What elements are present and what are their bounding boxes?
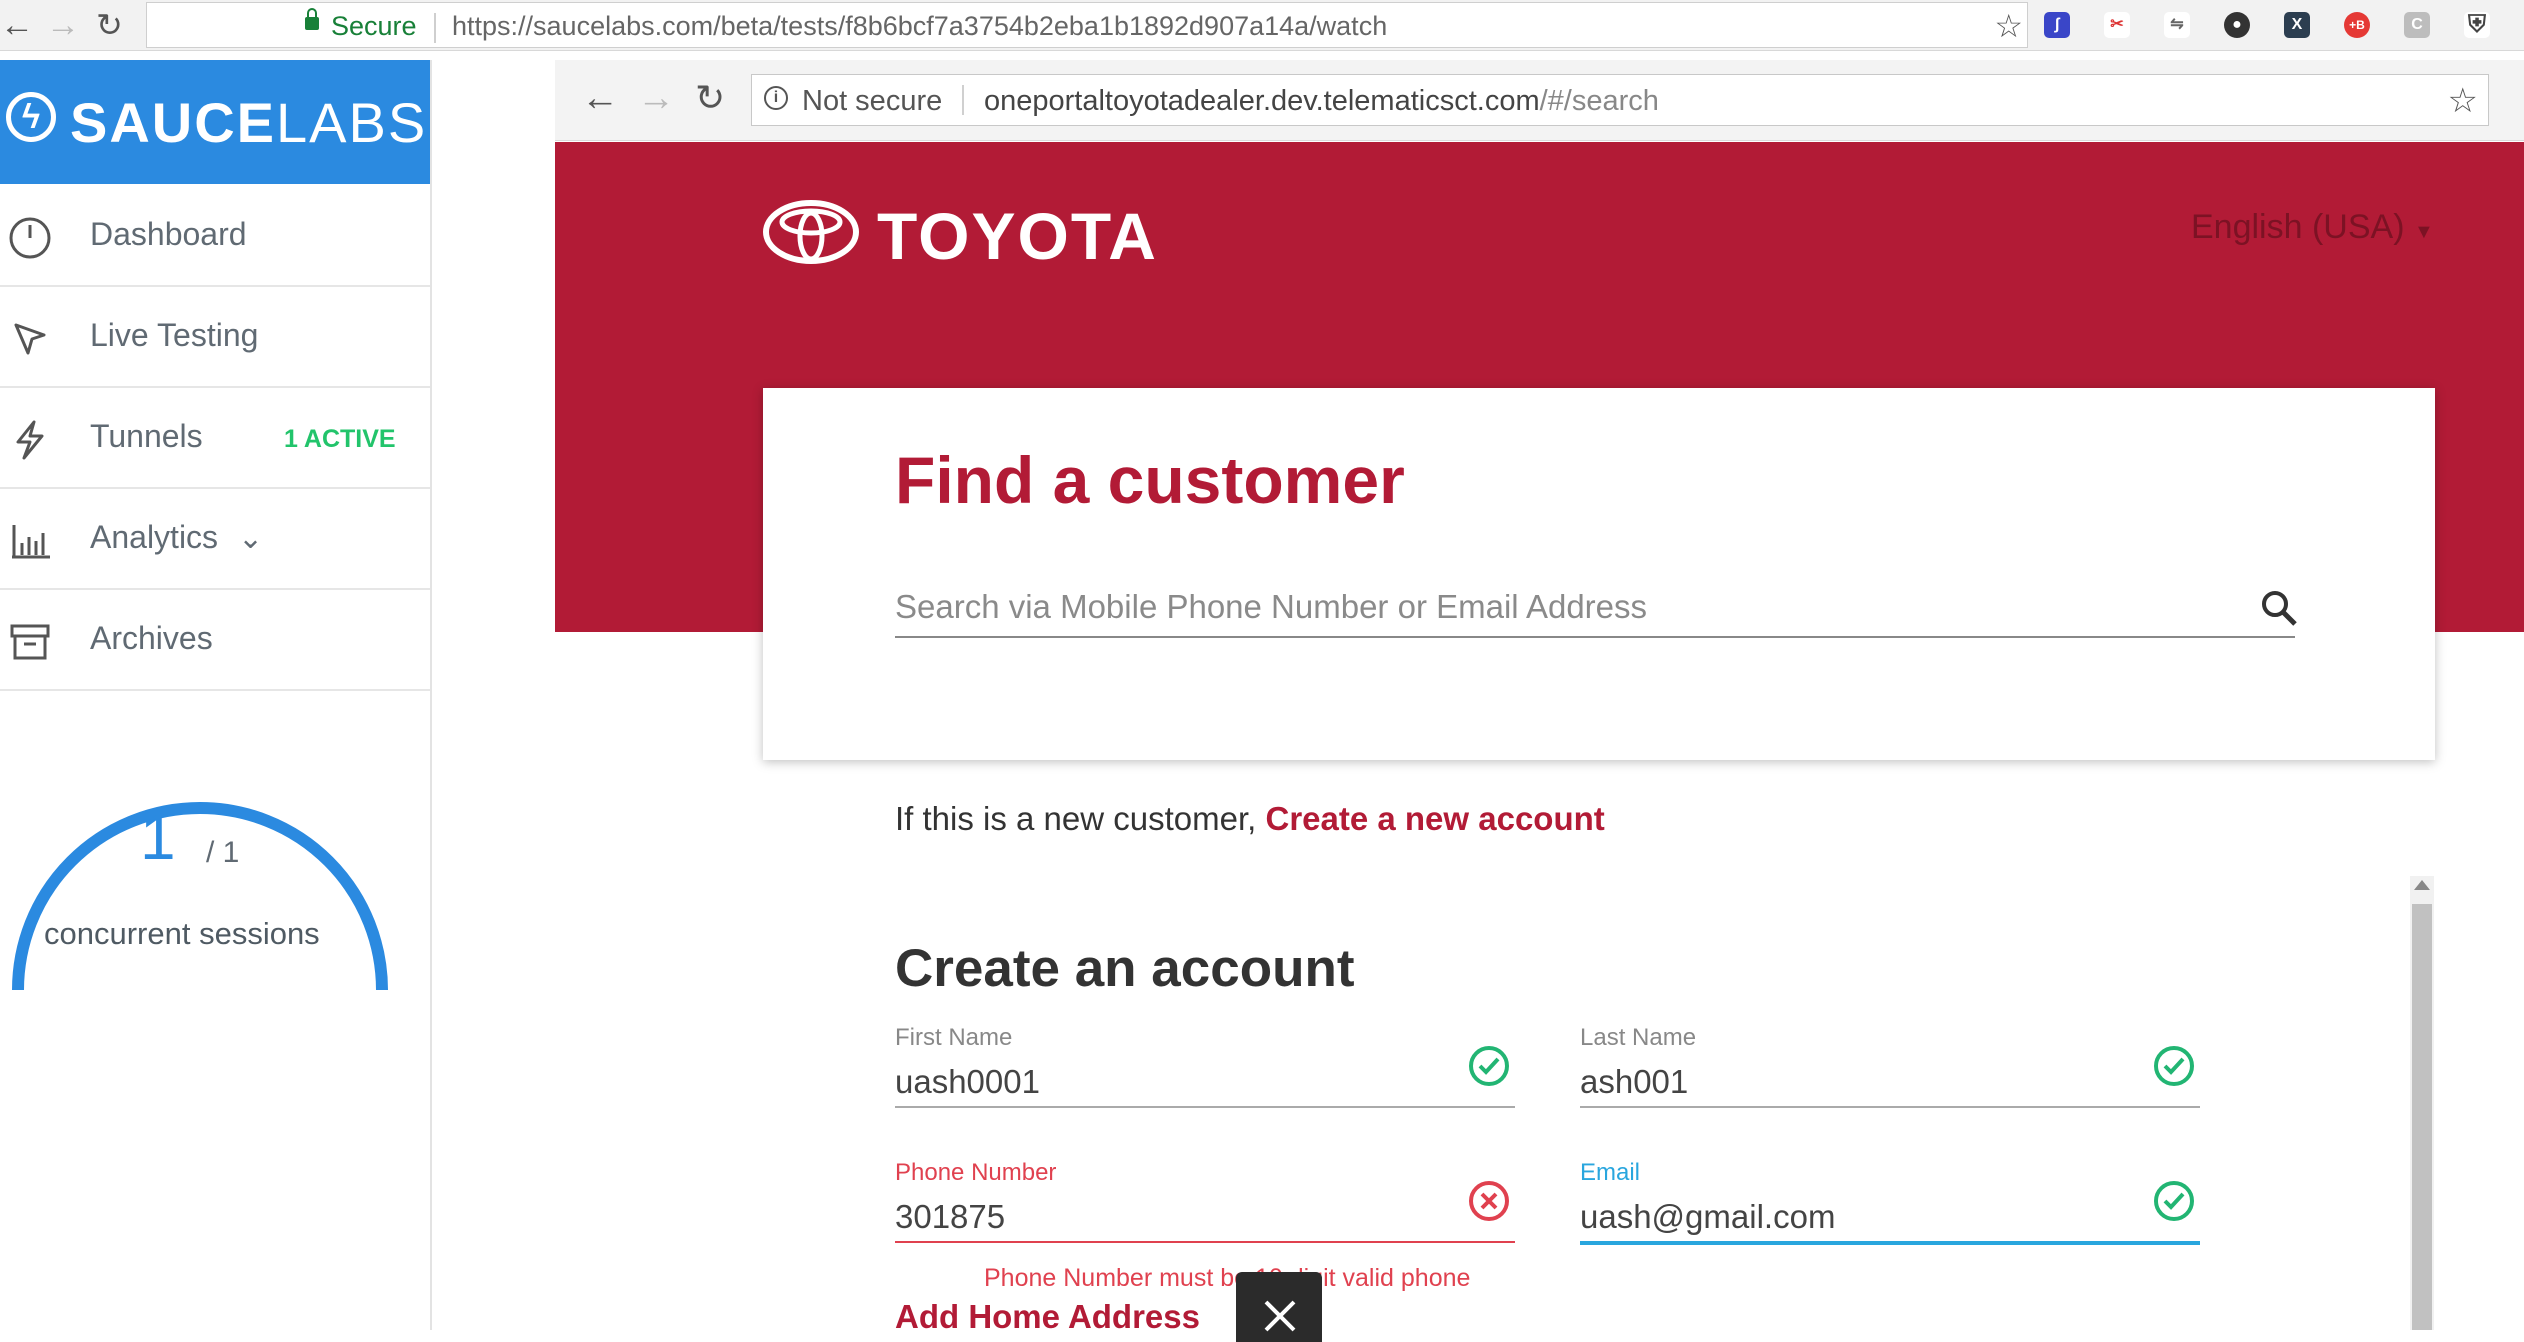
scrollbar-thumb[interactable] <box>2412 904 2432 1330</box>
forward-arrow-icon[interactable]: → <box>637 78 675 118</box>
reload-icon[interactable]: ↻ <box>96 6 123 44</box>
forward-arrow-icon[interactable]: → <box>46 6 80 44</box>
sidebar-item-label: Analytics <box>90 519 219 555</box>
bookmark-star-icon[interactable]: ☆ <box>1994 7 2023 45</box>
first-name-input[interactable] <box>895 1058 1515 1108</box>
url-host: oneportaltoyotadealer.dev.telematicsct.c… <box>984 85 1540 117</box>
sidebar-item-label: Archives <box>90 620 213 656</box>
last-name-label: Last Name <box>1580 1024 1697 1051</box>
customer-search-input[interactable] <box>895 578 2295 638</box>
concurrency-total: / 1 <box>206 836 240 869</box>
extension-usb-icon[interactable]: ⇋ <box>2164 12 2190 38</box>
concurrency-label: concurrent sessions <box>44 916 320 951</box>
sidebar-item-label: Tunnels <box>90 418 203 454</box>
create-account-link[interactable]: Create a new account <box>1265 800 1604 837</box>
scroll-up-arrow-icon[interactable] <box>2414 880 2430 890</box>
not-secure-label: Not secure <box>802 85 943 117</box>
saucelabs-brand[interactable]: ϟ SAUCELABS <box>0 60 430 184</box>
phone-number-input[interactable] <box>895 1193 1515 1243</box>
sidebar-item-live-testing[interactable]: Live Testing <box>0 287 430 388</box>
first-name-label: First Name <box>895 1024 1013 1051</box>
toyota-emblem-icon <box>763 200 859 264</box>
new-customer-prompt: If this is a new customer, Create a new … <box>895 800 1605 838</box>
sidebar-item-analytics[interactable]: Analytics ⌄ <box>0 489 430 590</box>
language-label: English (USA) <box>2191 208 2405 246</box>
new-customer-text: If this is a new customer, <box>895 800 1257 837</box>
email-input[interactable] <box>1580 1193 2200 1245</box>
close-icon <box>1264 1300 1296 1332</box>
sidebar-item-label: Live Testing <box>90 317 259 353</box>
extension-shield-icon[interactable]: ⛨ <box>2464 12 2490 38</box>
extension-blue-icon[interactable]: ʃ <box>2044 12 2070 38</box>
back-arrow-icon[interactable]: ← <box>581 78 619 118</box>
sidebar-item-archives[interactable]: Archives <box>0 590 430 691</box>
create-account-title: Create an account <box>895 939 1355 998</box>
language-selector[interactable]: English (USA) ▼ <box>2191 208 2434 247</box>
outer-address-bar[interactable]: Secure https://saucelabs.com/beta/tests/… <box>146 2 2028 48</box>
last-name-field: Last Name <box>1580 1024 2200 1124</box>
bookmark-star-icon[interactable]: ☆ <box>2448 81 2478 121</box>
url-path: /#/search <box>1539 85 1659 117</box>
address-divider <box>962 85 964 115</box>
valid-check-icon <box>1469 1046 1509 1086</box>
cursor-icon <box>14 323 46 355</box>
extension-red-badge-icon[interactable]: +B <box>2344 12 2370 38</box>
reload-icon[interactable]: ↻ <box>695 78 725 118</box>
valid-check-icon <box>2154 1046 2194 1086</box>
email-label: Email <box>1580 1159 1641 1186</box>
error-x-icon <box>1469 1181 1509 1221</box>
secure-label: Secure <box>331 11 417 41</box>
chevron-down-icon[interactable]: ⌄ <box>238 521 263 556</box>
tunnels-active-badge: 1 ACTIVE <box>284 425 396 453</box>
add-home-address-link[interactable]: Add Home Address <box>895 1298 1200 1336</box>
lightning-icon <box>16 420 44 460</box>
address-divider <box>434 13 436 43</box>
extension-red-icon[interactable]: ✂ <box>2104 12 2130 38</box>
brand-labs-text: LABS <box>276 91 428 154</box>
phone-number-field: Phone Number <box>895 1159 1515 1259</box>
archive-box-icon <box>10 624 50 660</box>
sidebar-item-label: Dashboard <box>90 216 247 252</box>
dashboard-gauge-icon <box>9 217 51 259</box>
caret-down-icon: ▼ <box>2413 221 2434 243</box>
inner-address-bar[interactable]: i Not secure oneportaltoyotadealer.dev.t… <box>751 74 2489 126</box>
concurrency-current: 1 <box>140 801 176 873</box>
sidebar-item-tunnels[interactable]: Tunnels 1 ACTIVE <box>0 388 430 489</box>
search-icon[interactable] <box>2259 588 2299 628</box>
saucelabs-sidebar: ϟ SAUCELABS Dashboard Live Testing Tunne… <box>0 60 432 1330</box>
inner-url-text[interactable]: oneportaltoyotadealer.dev.telematicsct.c… <box>984 85 1659 118</box>
brand-sauce-text: SAUCE <box>70 91 277 154</box>
outer-url-text[interactable]: https://saucelabs.com/beta/tests/f8b6bcf… <box>452 11 1387 42</box>
saucelabs-logo-icon: ϟ <box>6 92 56 142</box>
email-field: Email <box>1580 1159 2200 1259</box>
outer-browser-toolbar: ← → ↻ Secure https://saucelabs.com/beta/… <box>0 0 2524 51</box>
extension-x-icon[interactable]: X <box>2284 12 2310 38</box>
inner-browser-toolbar: ← → ↻ i Not secure oneportaltoyotadealer… <box>555 60 2524 141</box>
back-arrow-icon[interactable]: ← <box>0 6 34 44</box>
find-customer-card: Find a customer <box>763 388 2435 760</box>
toyota-wordmark: TOYOTA <box>877 199 1158 273</box>
concurrency-gauge <box>12 802 388 991</box>
find-customer-title: Find a customer <box>895 443 1405 517</box>
saucelabs-wordmark: SAUCELABS <box>70 90 427 155</box>
first-name-field: First Name <box>895 1024 1515 1124</box>
bar-chart-icon <box>12 525 50 559</box>
phone-error-message: Phone Number must be 10 digit valid phon… <box>984 1264 1471 1292</box>
extension-dark-circle-icon[interactable]: ● <box>2224 12 2250 38</box>
info-icon[interactable]: i <box>764 86 788 110</box>
valid-check-icon <box>2154 1181 2194 1221</box>
extension-c-icon[interactable]: C <box>2404 12 2430 38</box>
phone-number-label: Phone Number <box>895 1159 1057 1186</box>
form-scrollbar[interactable] <box>2410 876 2434 1330</box>
close-overlay-button[interactable] <box>1236 1272 1322 1342</box>
lock-icon <box>305 8 319 30</box>
last-name-input[interactable] <box>1580 1058 2200 1108</box>
sidebar-item-dashboard[interactable]: Dashboard <box>0 186 430 287</box>
